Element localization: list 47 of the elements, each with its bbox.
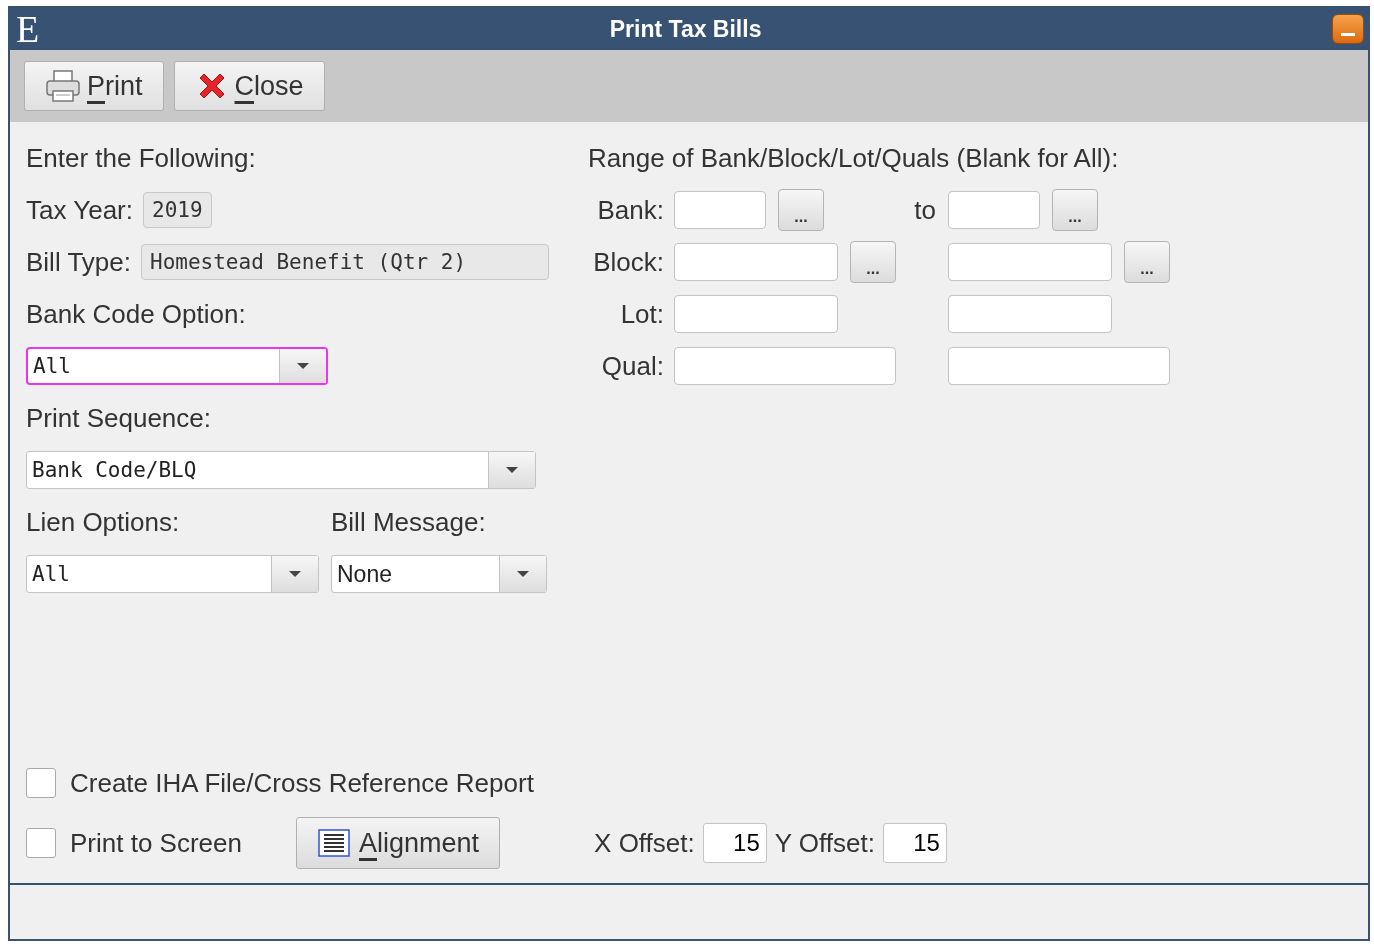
- checkbox-label: Create IHA File/Cross Reference Report: [70, 767, 534, 799]
- checkbox[interactable]: [26, 768, 56, 798]
- minimize-button[interactable]: [1332, 14, 1364, 44]
- bill-type-field[interactable]: Homestead Benefit (Qtr 2): [141, 244, 549, 280]
- field-label: X Offset:: [594, 827, 695, 859]
- app-logo: E: [16, 9, 40, 49]
- checkbox-label: Print to Screen: [70, 827, 242, 859]
- text-field[interactable]: [674, 191, 766, 229]
- close-button[interactable]: Close: [173, 61, 325, 111]
- field-label: Bill Message:: [331, 506, 486, 538]
- text-field[interactable]: [948, 295, 1112, 333]
- field-label: Tax Year:: [26, 194, 133, 226]
- print-button[interactable]: Print: [24, 61, 164, 111]
- checkbox[interactable]: [26, 828, 56, 858]
- field-label: Lot:: [619, 298, 664, 330]
- text-field[interactable]: [948, 191, 1040, 229]
- lookup-button[interactable]: ...: [778, 189, 824, 231]
- alignment-button[interactable]: Alignment: [296, 817, 501, 869]
- section-heading: Enter the Following:: [26, 142, 256, 174]
- field-label: Block:: [592, 246, 664, 278]
- bank-code-dropdown[interactable]: All: [26, 347, 328, 385]
- field-label: Bank Code Option:: [26, 298, 246, 330]
- window-title: Print Tax Bills: [608, 15, 763, 43]
- tax-year-field[interactable]: 2019: [143, 192, 212, 228]
- bill-message-dropdown[interactable]: None: [331, 555, 547, 593]
- x-offset-field[interactable]: 15: [702, 823, 767, 863]
- text-field[interactable]: [948, 243, 1112, 281]
- field-label: Bank:: [596, 194, 664, 226]
- text-field[interactable]: [674, 295, 838, 333]
- range-to-label: to: [913, 194, 936, 226]
- y-offset-field[interactable]: 15: [882, 823, 947, 863]
- print-sequence-dropdown[interactable]: Bank Code/BLQ: [26, 451, 536, 489]
- lookup-button[interactable]: ...: [1052, 189, 1098, 231]
- field-label: Lien Options:: [26, 506, 181, 538]
- field-label: Y Offset:: [774, 827, 875, 859]
- lien-options-dropdown[interactable]: All: [26, 555, 319, 593]
- lookup-button[interactable]: ...: [850, 241, 896, 283]
- section-heading: Range of Bank/Block/Lot/Quals (Blank for All):: [588, 142, 1119, 174]
- field-label: Qual:: [600, 350, 664, 382]
- lookup-button[interactable]: ...: [1124, 241, 1170, 283]
- field-label: Bill Type:: [26, 246, 131, 278]
- field-label: Print Sequence:: [26, 402, 211, 434]
- text-field[interactable]: [674, 347, 896, 385]
- lines-icon: [317, 828, 351, 858]
- text-field[interactable]: [948, 347, 1170, 385]
- text-field[interactable]: [674, 243, 838, 281]
- printer-icon: [45, 69, 81, 103]
